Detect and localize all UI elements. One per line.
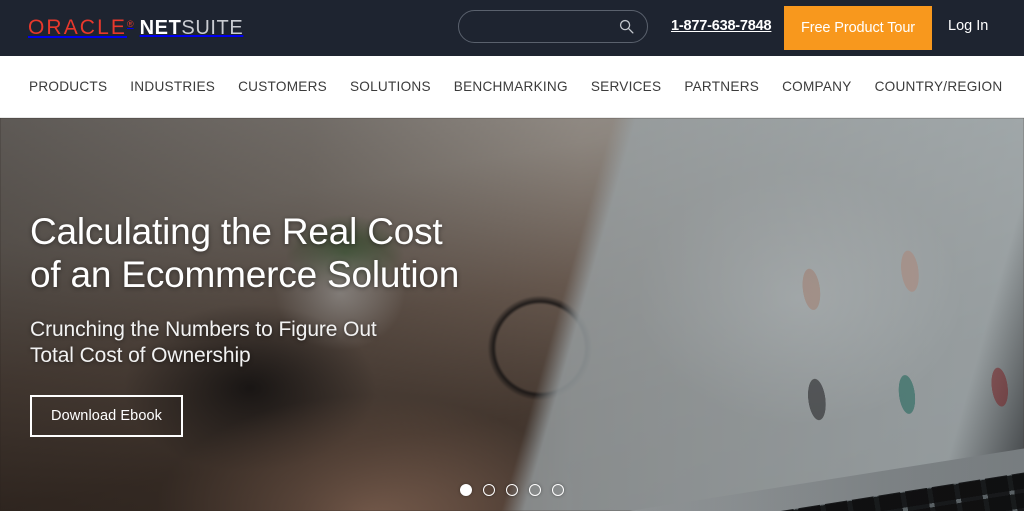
nav-item-solutions[interactable]: SOLUTIONS — [350, 79, 431, 94]
hero-subtitle: Crunching the Numbers to Figure Out Tota… — [30, 317, 377, 368]
nav-item-company[interactable]: COMPANY — [782, 79, 851, 94]
registered-trademark-icon: ® — [126, 19, 134, 29]
oracle-netsuite-logo[interactable]: ORACLE ® NET SUITE — [28, 16, 243, 40]
carousel-dot-3[interactable] — [506, 484, 518, 496]
nav-item-country-region[interactable]: COUNTRY/REGION — [875, 79, 1003, 94]
nav-item-products[interactable]: PRODUCTS — [29, 79, 107, 94]
carousel-dots — [0, 484, 1024, 496]
top-header-bar: ORACLE ® NET SUITE 1-877-638-7848 Free Prod… — [0, 0, 1024, 56]
carousel-dot-2[interactable] — [483, 484, 495, 496]
nav-item-partners[interactable]: PARTNERS — [684, 79, 759, 94]
search-input[interactable] — [458, 10, 648, 43]
nav-item-industries[interactable]: INDUSTRIES — [130, 79, 215, 94]
phone-number-link[interactable]: 1-877-638-7848 — [671, 18, 772, 34]
login-link[interactable]: Log In — [948, 18, 988, 34]
hero-banner: Calculating the Real Cost of an Ecommerc… — [0, 118, 1024, 511]
search-container — [458, 10, 648, 43]
hero-content: Calculating the Real Cost of an Ecommerc… — [30, 210, 460, 438]
nav-item-benchmarking[interactable]: BENCHMARKING — [454, 79, 568, 94]
carousel-dot-4[interactable] — [529, 484, 541, 496]
logo-suite-text: SUITE — [181, 17, 244, 39]
free-product-tour-button[interactable]: Free Product Tour — [784, 6, 932, 50]
nav-item-services[interactable]: SERVICES — [591, 79, 662, 94]
nav-item-customers[interactable]: CUSTOMERS — [238, 79, 327, 94]
hero-title: Calculating the Real Cost of an Ecommerc… — [30, 211, 460, 296]
download-ebook-button[interactable]: Download Ebook — [30, 395, 184, 438]
logo-net-text: NET — [139, 17, 182, 39]
carousel-dot-5[interactable] — [552, 484, 564, 496]
carousel-dot-1[interactable] — [460, 484, 472, 496]
page-root: ORACLE ® NET SUITE 1-877-638-7848 Free Prod… — [0, 0, 1024, 512]
logo-oracle-text: ORACLE — [28, 16, 127, 39]
main-navigation: PRODUCTS INDUSTRIES CUSTOMERS SOLUTIONS … — [0, 56, 1024, 118]
